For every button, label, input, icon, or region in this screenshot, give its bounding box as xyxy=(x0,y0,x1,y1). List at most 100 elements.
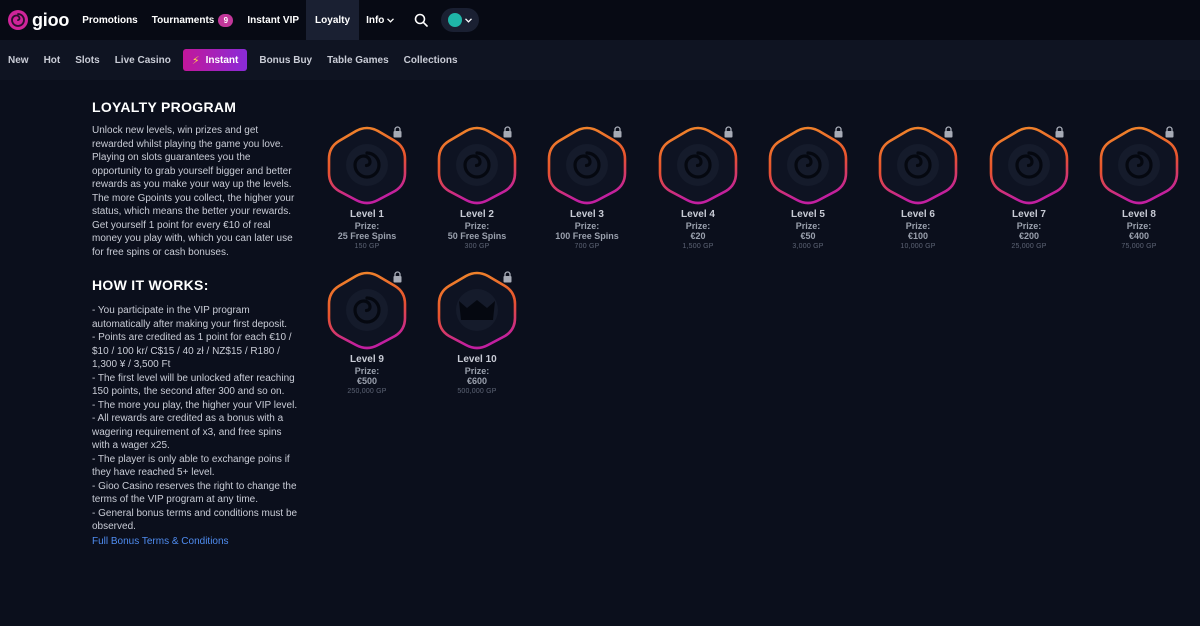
lock-icon xyxy=(834,126,843,138)
level-name: Level 3 xyxy=(570,209,604,220)
category-instant-label: Instant xyxy=(205,54,239,66)
level-badge xyxy=(437,125,517,205)
chevron-down-icon xyxy=(465,17,473,23)
category-slots[interactable]: Slots xyxy=(69,49,105,71)
level-name: Level 10 xyxy=(457,354,497,365)
level-card[interactable]: Level 4 Prize: €20 1,500 GP xyxy=(658,125,738,250)
prize-label: Prize: xyxy=(354,221,380,231)
rule-item: - The player is only able to exchange po… xyxy=(92,453,290,479)
spiral-icon xyxy=(787,144,829,186)
level-name: Level 4 xyxy=(681,209,715,220)
category-collections[interactable]: Collections xyxy=(398,49,464,71)
level-badge xyxy=(878,125,958,205)
spiral-icon xyxy=(677,144,719,186)
lock-icon xyxy=(393,271,402,283)
prize-label: Prize: xyxy=(1126,221,1152,231)
logo-text: gioo xyxy=(32,9,70,30)
level-card[interactable]: Level 10 Prize: €600 500,000 GP xyxy=(437,270,517,395)
nav-instant-vip-label: Instant VIP xyxy=(247,14,300,26)
level-name: Level 8 xyxy=(1122,209,1156,220)
category-bonus-buy[interactable]: Bonus Buy xyxy=(253,49,318,71)
globe-icon xyxy=(448,13,463,27)
level-name: Level 7 xyxy=(1012,209,1046,220)
spiral-icon xyxy=(346,144,388,186)
level-badge xyxy=(768,125,848,205)
lightning-icon: ⚡ xyxy=(191,54,200,67)
prize-label: Prize: xyxy=(574,221,600,231)
spiral-icon xyxy=(1008,144,1050,186)
spiral-icon xyxy=(1118,144,1160,186)
lock-icon xyxy=(503,126,512,138)
category-hot[interactable]: Hot xyxy=(38,49,67,71)
level-name: Level 6 xyxy=(901,209,935,220)
crown-icon xyxy=(456,289,498,331)
nav-tournaments[interactable]: Tournaments 9 xyxy=(145,0,241,40)
category-bar: New Hot Slots Live Casino ⚡ Instant Bonu… xyxy=(0,40,1200,80)
lock-icon xyxy=(393,126,402,138)
loyalty-info-column: LOYALTY PROGRAM Unlock new levels, win p… xyxy=(92,99,298,547)
level-badge xyxy=(437,270,517,350)
level-card[interactable]: Level 5 Prize: €50 3,000 GP xyxy=(768,125,848,250)
nav-info[interactable]: Info xyxy=(359,0,401,40)
loyalty-program-title: LOYALTY PROGRAM xyxy=(92,99,237,115)
category-new[interactable]: New xyxy=(2,49,35,71)
top-navigation: gioo Promotions Tournaments 9 Instant VI… xyxy=(0,0,1200,40)
spiral-icon xyxy=(346,289,388,331)
prize-label: Prize: xyxy=(685,221,711,231)
level-card[interactable]: Level 6 Prize: €100 10,000 GP xyxy=(878,125,958,250)
gp-requirement: 500,000 GP xyxy=(457,388,497,395)
level-badge xyxy=(547,125,627,205)
lock-icon xyxy=(724,126,733,138)
nav-promotions[interactable]: Promotions xyxy=(75,0,145,40)
prize-label: Prize: xyxy=(464,366,490,376)
lock-icon xyxy=(1055,126,1064,138)
category-instant[interactable]: ⚡ Instant xyxy=(182,49,248,71)
category-table-games[interactable]: Table Games xyxy=(321,49,395,71)
nav-tournaments-label: Tournaments xyxy=(151,14,215,26)
level-card[interactable]: Level 1 Prize: 25 Free Spins 150 GP xyxy=(327,125,407,250)
category-live-casino[interactable]: Live Casino xyxy=(109,49,177,71)
level-name: Level 9 xyxy=(350,354,384,365)
prize-label: Prize: xyxy=(464,221,490,231)
prize-label: Prize: xyxy=(354,366,380,376)
rule-item: - You participate in the VIP program aut… xyxy=(92,305,288,330)
spiral-icon xyxy=(897,144,939,186)
lock-icon xyxy=(613,126,622,138)
prize-value: €20 xyxy=(690,231,706,241)
gp-requirement: 10,000 GP xyxy=(900,243,936,250)
spiral-icon xyxy=(456,144,498,186)
level-card[interactable]: Level 3 Prize: 100 Free Spins 700 GP xyxy=(547,125,627,250)
level-card[interactable]: Level 2 Prize: 50 Free Spins 300 GP xyxy=(437,125,517,250)
rule-item: - The more you play, the higher your VIP… xyxy=(92,399,298,411)
lock-icon xyxy=(944,126,953,138)
rule-item: - General bonus terms and conditions mus… xyxy=(92,507,298,533)
lock-icon xyxy=(1165,126,1174,138)
level-card[interactable]: Level 8 Prize: €400 75,000 GP xyxy=(1099,125,1179,250)
prize-value: €100 xyxy=(907,231,929,241)
prize-value: €50 xyxy=(800,231,816,241)
rule-item: - Points are credited as 1 point for eac… xyxy=(92,332,292,370)
language-selector[interactable] xyxy=(441,8,480,32)
prize-label: Prize: xyxy=(795,221,821,231)
nav-loyalty-label: Loyalty xyxy=(315,14,351,26)
full-bonus-terms-link[interactable]: Full Bonus Terms & Conditions xyxy=(92,536,298,547)
search-button[interactable] xyxy=(409,8,433,32)
gp-requirement: 250,000 GP xyxy=(347,388,387,395)
gp-requirement: 25,000 GP xyxy=(1011,243,1047,250)
gp-requirement: 75,000 GP xyxy=(1121,243,1157,250)
level-card[interactable]: Level 7 Prize: €200 25,000 GP xyxy=(989,125,1069,250)
chevron-down-icon xyxy=(387,16,395,25)
nav-instant-vip[interactable]: Instant VIP xyxy=(240,0,306,40)
loyalty-intro-text: Unlock new levels, win prizes and get re… xyxy=(92,125,295,258)
level-badge xyxy=(327,270,407,350)
nav-info-label: Info xyxy=(366,14,385,26)
spiral-icon xyxy=(566,144,608,186)
nav-loyalty[interactable]: Loyalty xyxy=(306,0,360,40)
search-icon xyxy=(415,13,429,27)
prize-value: 50 Free Spins xyxy=(447,231,507,241)
logo[interactable]: gioo xyxy=(7,9,69,31)
level-name: Level 1 xyxy=(350,209,384,220)
tournaments-count-badge: 9 xyxy=(218,13,234,27)
level-card[interactable]: Level 9 Prize: €500 250,000 GP xyxy=(327,270,407,395)
prize-value: €200 xyxy=(1018,231,1040,241)
